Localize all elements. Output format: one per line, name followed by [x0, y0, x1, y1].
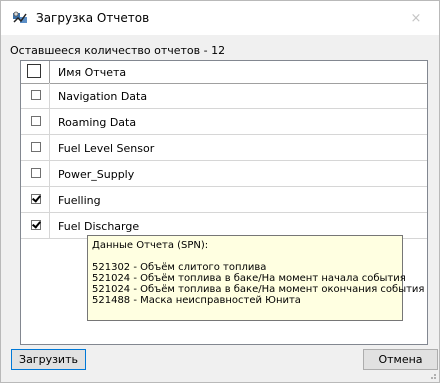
list-header: Имя Отчета — [21, 61, 427, 84]
report-checkbox[interactable] — [31, 194, 41, 204]
tooltip-line: 521488 - Маска неисправностей Юнита — [92, 295, 301, 306]
report-checkbox[interactable] — [31, 90, 41, 100]
tooltip-title: Данные Отчета (SPN): — [92, 240, 209, 251]
column-header-report-name[interactable]: Имя Отчета — [58, 66, 126, 79]
list-item[interactable]: Fuelling — [21, 187, 427, 213]
window-title: Загрузка Отчетов — [36, 11, 150, 25]
list-item[interactable]: Roaming Data — [21, 109, 427, 135]
report-name: Power_Supply — [58, 168, 135, 181]
remaining-count-label: Оставшееся количество отчетов - 12 — [10, 44, 226, 57]
load-button[interactable]: Загрузить — [11, 349, 86, 370]
report-checkbox[interactable] — [31, 168, 41, 178]
tooltip-line: 521024 - Объём топлива в баке/На момент … — [92, 284, 425, 295]
list-item[interactable]: Power_Supply — [21, 161, 427, 187]
tooltip-line: 521302 - Объём слитого топлива — [92, 262, 267, 273]
report-name: Fuel Level Sensor — [58, 142, 155, 155]
cancel-button[interactable]: Отмена — [363, 349, 438, 370]
report-load-dialog: Загрузка Отчетов × Оставшееся количество… — [0, 0, 440, 383]
report-name: Fuel Discharge — [58, 220, 140, 233]
tooltip-line: 521024 - Объём топлива в баке/На момент … — [92, 273, 406, 284]
list-item[interactable]: Navigation Data — [21, 83, 427, 109]
report-name: Roaming Data — [58, 116, 137, 129]
report-checkbox[interactable] — [31, 142, 41, 152]
report-checkbox[interactable] — [31, 116, 41, 126]
list-item[interactable]: Fuel Level Sensor — [21, 135, 427, 161]
app-icon — [13, 11, 27, 23]
report-checkbox[interactable] — [31, 220, 41, 230]
report-data-tooltip: Данные Отчета (SPN): 521302 - Объём слит… — [87, 235, 425, 321]
title-bar[interactable]: Загрузка Отчетов × — [1, 1, 439, 35]
select-all-cell — [21, 61, 50, 83]
report-name: Navigation Data — [58, 90, 148, 103]
resize-grip-icon[interactable] — [427, 370, 437, 380]
report-name: Fuelling — [58, 194, 101, 207]
close-icon[interactable]: × — [393, 1, 439, 35]
select-all-checkbox[interactable] — [27, 64, 41, 78]
